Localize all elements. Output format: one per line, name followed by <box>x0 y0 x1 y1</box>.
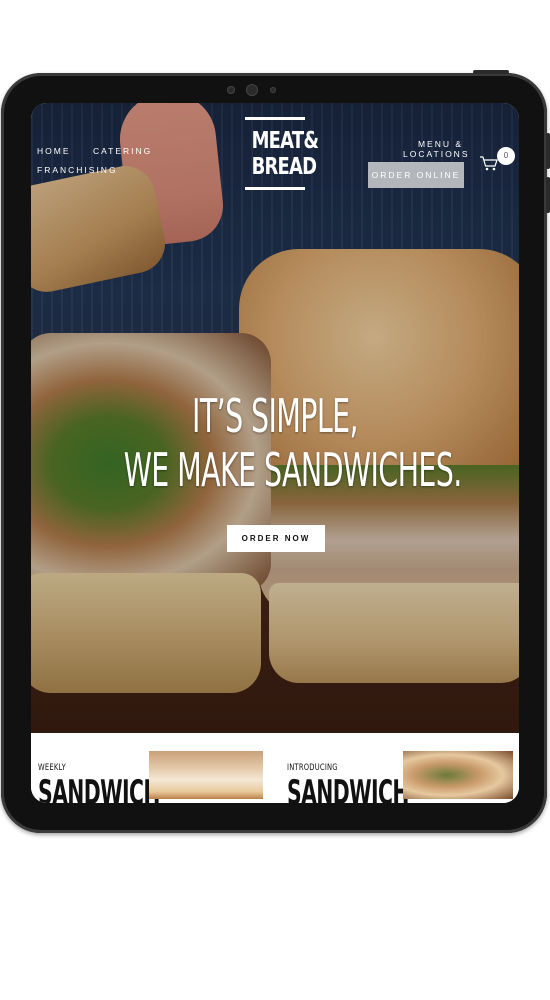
cart-button[interactable]: 0 <box>479 147 517 175</box>
tablet-screen: HOME CATERING FRANCHISING MEAT& BREAD ME… <box>31 103 519 803</box>
menu-locations-line-2: LOCATIONS <box>403 149 470 159</box>
logo-line-1: MEAT& <box>251 128 319 154</box>
nav-home-link[interactable]: HOME <box>37 146 71 156</box>
shopping-cart-icon <box>480 156 498 171</box>
nav-franchising-link[interactable]: FRANCHISING <box>37 165 118 175</box>
logo-bottom-bar <box>245 187 305 190</box>
order-now-button[interactable]: ORDER NOW <box>227 525 325 552</box>
introducing-sandwich-card[interactable]: INTRODUCING SANDWICH <box>281 751 515 803</box>
introducing-card-eyebrow: INTRODUCING <box>287 763 338 773</box>
weekly-card-title: SANDWICH <box>38 773 160 803</box>
menu-locations-line-1: MENU & <box>417 139 463 149</box>
tablet-side-button-upper <box>546 133 550 169</box>
front-camera-icon <box>246 84 258 96</box>
front-sensor-icon <box>270 87 276 93</box>
weekly-sandwich-card[interactable]: WEEKLY SANDWICH <box>31 751 265 803</box>
hero-headline-line-1: IT’S SIMPLE, <box>192 389 359 443</box>
front-camera-left-icon <box>227 86 235 94</box>
nav-menu-locations-link[interactable]: MENU & LOCATIONS <box>403 139 468 159</box>
tablet-frame: HOME CATERING FRANCHISING MEAT& BREAD ME… <box>1 70 550 833</box>
nav-catering-link[interactable]: CATERING <box>93 146 152 156</box>
logo-line-2: BREAD <box>251 154 317 180</box>
cart-count-badge: 0 <box>497 147 515 165</box>
tablet-top-button <box>473 70 509 74</box>
logo-top-bar <box>245 117 305 120</box>
introducing-card-title: SANDWICH <box>287 773 409 803</box>
weekly-sandwich-image <box>149 751 263 799</box>
introducing-sandwich-image <box>403 751 513 799</box>
feature-cards: WEEKLY SANDWICH INTRODUCING SANDWICH <box>31 733 519 803</box>
tablet-side-button-lower <box>546 177 550 213</box>
weekly-card-eyebrow: WEEKLY <box>38 763 66 773</box>
hero-section: HOME CATERING FRANCHISING MEAT& BREAD ME… <box>31 103 519 733</box>
hero-headline-line-2: WE MAKE SANDWICHES. <box>123 443 463 497</box>
order-online-button[interactable]: ORDER ONLINE <box>368 162 464 188</box>
meat-and-bread-logo[interactable]: MEAT& BREAD <box>245 117 319 205</box>
